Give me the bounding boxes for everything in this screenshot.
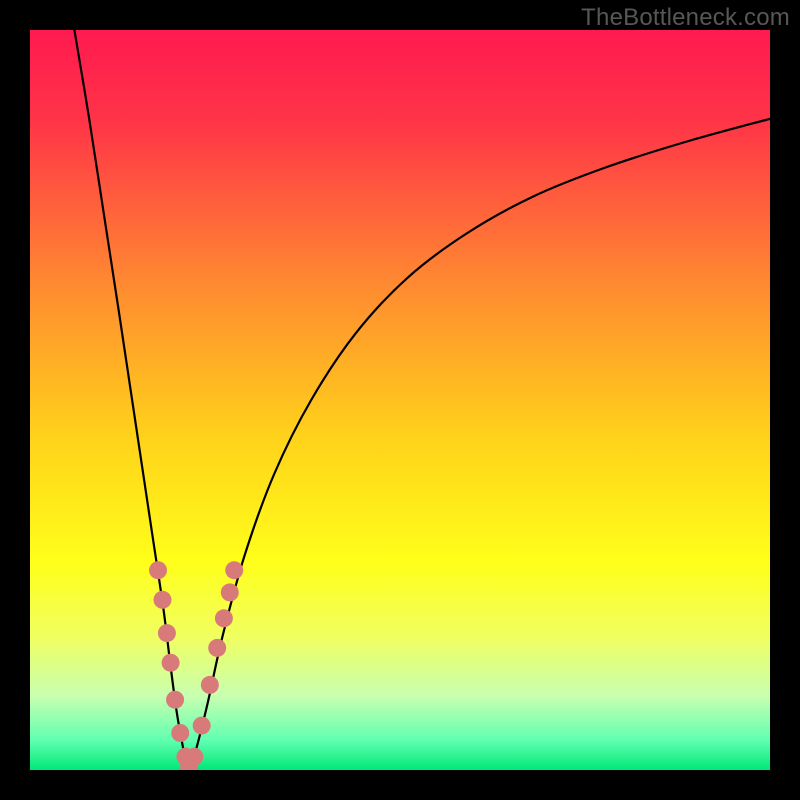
data-marker [171,724,189,742]
data-marker [162,654,180,672]
data-marker [149,561,167,579]
watermark-text: TheBottleneck.com [581,4,790,32]
data-marker [208,639,226,657]
data-marker [225,561,243,579]
data-marker [185,748,203,766]
chart-background [30,30,770,770]
data-marker [215,609,233,627]
data-marker [193,717,211,735]
data-marker [153,591,171,609]
chart-frame [30,30,770,770]
chart-svg [30,30,770,770]
data-marker [221,583,239,601]
data-marker [201,676,219,694]
data-marker [158,624,176,642]
data-marker [166,691,184,709]
